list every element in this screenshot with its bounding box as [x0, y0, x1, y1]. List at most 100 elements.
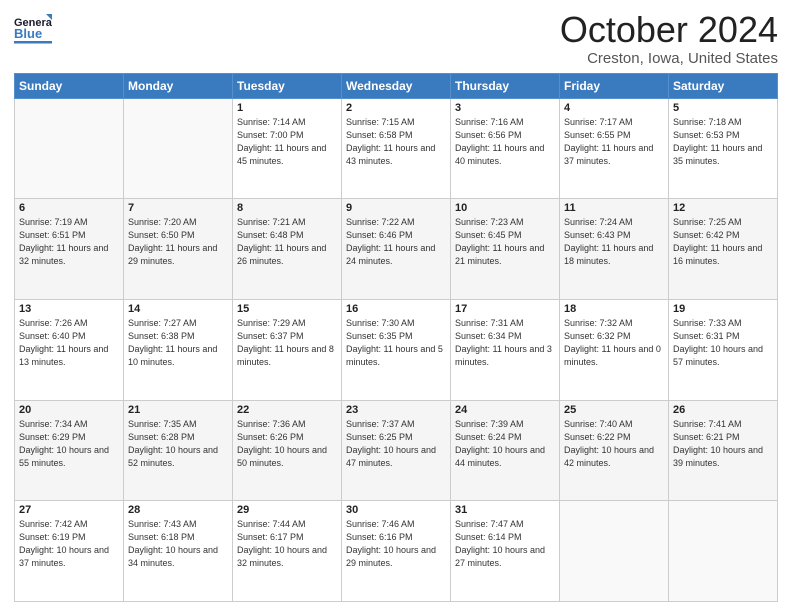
weekday-header-friday: Friday: [560, 73, 669, 98]
day-info: Sunrise: 7:46 AM Sunset: 6:16 PM Dayligh…: [346, 518, 446, 570]
day-info: Sunrise: 7:39 AM Sunset: 6:24 PM Dayligh…: [455, 418, 555, 470]
calendar-cell: 28 Sunrise: 7:43 AM Sunset: 6:18 PM Dayli…: [124, 501, 233, 602]
day-info: Sunrise: 7:17 AM Sunset: 6:55 PM Dayligh…: [564, 116, 664, 168]
calendar-cell: [669, 501, 778, 602]
day-info: Sunrise: 7:41 AM Sunset: 6:21 PM Dayligh…: [673, 418, 773, 470]
day-info: Sunrise: 7:25 AM Sunset: 6:42 PM Dayligh…: [673, 216, 773, 268]
day-number: 3: [455, 102, 555, 114]
day-info: Sunrise: 7:26 AM Sunset: 6:40 PM Dayligh…: [19, 317, 119, 369]
calendar-cell: 13 Sunrise: 7:26 AM Sunset: 6:40 PM Dayli…: [15, 299, 124, 400]
calendar-cell: 22Sunrise: 7:36 AM Sunset: 6:26 PM Dayli…: [233, 400, 342, 501]
calendar-cell: 19 Sunrise: 7:33 AM Sunset: 6:31 PM Dayli…: [669, 299, 778, 400]
day-number: 6: [19, 202, 119, 214]
day-info: Sunrise: 7:19 AM Sunset: 6:51 PM Dayligh…: [19, 216, 119, 268]
calendar-cell: 16 Sunrise: 7:30 AM Sunset: 6:35 PM Dayli…: [342, 299, 451, 400]
day-info: Sunrise: 7:20 AM Sunset: 6:50 PM Dayligh…: [128, 216, 228, 268]
calendar-cell: [560, 501, 669, 602]
calendar-cell: 6 Sunrise: 7:19 AM Sunset: 6:51 PM Daylig…: [15, 199, 124, 300]
calendar-cell: 25 Sunrise: 7:40 AM Sunset: 6:22 PM Dayli…: [560, 400, 669, 501]
calendar-cell: 15 Sunrise: 7:29 AM Sunset: 6:37 PM Dayli…: [233, 299, 342, 400]
day-info: Sunrise: 7:40 AM Sunset: 6:22 PM Dayligh…: [564, 418, 664, 470]
day-number: 19: [673, 303, 773, 315]
day-number: 1: [237, 102, 337, 114]
svg-text:Blue: Blue: [14, 26, 42, 41]
calendar-cell: 27 Sunrise: 7:42 AM Sunset: 6:19 PM Dayli…: [15, 501, 124, 602]
day-number: 29: [237, 504, 337, 516]
weekday-header-thursday: Thursday: [451, 73, 560, 98]
title-block: October 2024 Creston, Iowa, United State…: [560, 10, 778, 67]
day-number: 27: [19, 504, 119, 516]
day-info: Sunrise: 7:42 AM Sunset: 6:19 PM Dayligh…: [19, 518, 119, 570]
calendar-cell: 4 Sunrise: 7:17 AM Sunset: 6:55 PM Daylig…: [560, 98, 669, 199]
day-info: Sunrise: 7:14 AM Sunset: 7:00 PM Dayligh…: [237, 116, 337, 168]
page-container: General Blue October 2024 Creston, Iowa,…: [0, 0, 792, 612]
day-info: Sunrise: 7:16 AM Sunset: 6:56 PM Dayligh…: [455, 116, 555, 168]
day-number: 17: [455, 303, 555, 315]
day-info: Sunrise: 7:30 AM Sunset: 6:35 PM Dayligh…: [346, 317, 446, 369]
weekday-header-tuesday: Tuesday: [233, 73, 342, 98]
day-number: 22: [237, 404, 337, 416]
day-number: 12: [673, 202, 773, 214]
day-info: Sunrise: 7:22 AM Sunset: 6:46 PM Dayligh…: [346, 216, 446, 268]
day-number: 28: [128, 504, 228, 516]
day-info: Sunrise: 7:15 AM Sunset: 6:58 PM Dayligh…: [346, 116, 446, 168]
day-info: Sunrise: 7:37 AM Sunset: 6:25 PM Dayligh…: [346, 418, 446, 470]
day-number: 16: [346, 303, 446, 315]
day-number: 11: [564, 202, 664, 214]
calendar-cell: 14 Sunrise: 7:27 AM Sunset: 6:38 PM Dayli…: [124, 299, 233, 400]
day-number: 31: [455, 504, 555, 516]
day-info: Sunrise: 7:33 AM Sunset: 6:31 PM Dayligh…: [673, 317, 773, 369]
calendar-cell: 24 Sunrise: 7:39 AM Sunset: 6:24 PM Dayli…: [451, 400, 560, 501]
calendar-cell: 8 Sunrise: 7:21 AM Sunset: 6:48 PM Daylig…: [233, 199, 342, 300]
calendar-cell: 29 Sunrise: 7:44 AM Sunset: 6:17 PM Dayli…: [233, 501, 342, 602]
weekday-header-sunday: Sunday: [15, 73, 124, 98]
day-number: 25: [564, 404, 664, 416]
day-number: 2: [346, 102, 446, 114]
subtitle: Creston, Iowa, United States: [560, 50, 778, 67]
day-number: 14: [128, 303, 228, 315]
day-info: Sunrise: 7:18 AM Sunset: 6:53 PM Dayligh…: [673, 116, 773, 168]
main-title: October 2024: [560, 10, 778, 50]
day-info: Sunrise: 7:24 AM Sunset: 6:43 PM Dayligh…: [564, 216, 664, 268]
calendar-cell: 17 Sunrise: 7:31 AM Sunset: 6:34 PM Dayli…: [451, 299, 560, 400]
day-info: Sunrise: 7:23 AM Sunset: 6:45 PM Dayligh…: [455, 216, 555, 268]
day-info: Sunrise: 7:34 AM Sunset: 6:29 PM Dayligh…: [19, 418, 119, 470]
day-number: 18: [564, 303, 664, 315]
weekday-header-monday: Monday: [124, 73, 233, 98]
day-info: Sunrise: 7:43 AM Sunset: 6:18 PM Dayligh…: [128, 518, 228, 570]
weekday-header-saturday: Saturday: [669, 73, 778, 98]
day-number: 8: [237, 202, 337, 214]
calendar-cell: 11 Sunrise: 7:24 AM Sunset: 6:43 PM Dayli…: [560, 199, 669, 300]
day-number: 4: [564, 102, 664, 114]
day-info: Sunrise: 7:21 AM Sunset: 6:48 PM Dayligh…: [237, 216, 337, 268]
calendar-cell: 10 Sunrise: 7:23 AM Sunset: 6:45 PM Dayli…: [451, 199, 560, 300]
day-info: Sunrise: 7:31 AM Sunset: 6:34 PM Dayligh…: [455, 317, 555, 369]
day-number: 5: [673, 102, 773, 114]
header: General Blue October 2024 Creston, Iowa,…: [14, 10, 778, 67]
day-info: Sunrise: 7:32 AM Sunset: 6:32 PM Dayligh…: [564, 317, 664, 369]
calendar-cell: 20 Sunrise: 7:34 AM Sunset: 6:29 PM Dayli…: [15, 400, 124, 501]
calendar-cell: 1 Sunrise: 7:14 AM Sunset: 7:00 PM Daylig…: [233, 98, 342, 199]
calendar-cell: 9 Sunrise: 7:22 AM Sunset: 6:46 PM Daylig…: [342, 199, 451, 300]
calendar-cell: 30Sunrise: 7:46 AM Sunset: 6:16 PM Dayli…: [342, 501, 451, 602]
day-number: 9: [346, 202, 446, 214]
day-number: 23: [346, 404, 446, 416]
calendar-cell: 23 Sunrise: 7:37 AM Sunset: 6:25 PM Dayli…: [342, 400, 451, 501]
day-number: 10: [455, 202, 555, 214]
calendar-cell: 21Sunrise: 7:35 AM Sunset: 6:28 PM Dayli…: [124, 400, 233, 501]
day-info: Sunrise: 7:27 AM Sunset: 6:38 PM Dayligh…: [128, 317, 228, 369]
day-number: 26: [673, 404, 773, 416]
day-info: Sunrise: 7:29 AM Sunset: 6:37 PM Dayligh…: [237, 317, 337, 369]
day-number: 7: [128, 202, 228, 214]
day-number: 15: [237, 303, 337, 315]
calendar-cell: 12 Sunrise: 7:25 AM Sunset: 6:42 PM Dayli…: [669, 199, 778, 300]
calendar-cell: 18 Sunrise: 7:32 AM Sunset: 6:32 PM Dayli…: [560, 299, 669, 400]
day-number: 24: [455, 404, 555, 416]
calendar-cell: 26 Sunrise: 7:41 AM Sunset: 6:21 PM Dayli…: [669, 400, 778, 501]
weekday-header-wednesday: Wednesday: [342, 73, 451, 98]
day-number: 21: [128, 404, 228, 416]
calendar-cell: [124, 98, 233, 199]
day-number: 13: [19, 303, 119, 315]
day-number: 20: [19, 404, 119, 416]
day-info: Sunrise: 7:44 AM Sunset: 6:17 PM Dayligh…: [237, 518, 337, 570]
